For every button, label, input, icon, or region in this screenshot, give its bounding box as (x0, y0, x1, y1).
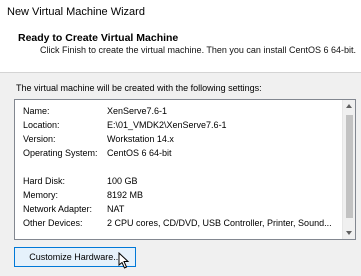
wizard-header: Ready to Create Virtual Machine Click Fi… (0, 24, 361, 72)
setting-value: 100 GB (107, 176, 138, 186)
setting-value: E:\01_VMDK2\XenServe7.6-1 (107, 120, 227, 130)
setting-label: Version: (23, 134, 56, 144)
mouse-pointer-icon (118, 252, 130, 269)
scroll-up-icon[interactable] (346, 104, 352, 108)
setting-label: Hard Disk: (23, 176, 66, 186)
setting-label: Network Adapter: (23, 204, 93, 214)
settings-scrollbar[interactable] (342, 100, 355, 239)
setting-value: 2 CPU cores, CD/DVD, USB Controller, Pri… (107, 218, 332, 228)
scrollbar-thumb[interactable] (346, 115, 353, 218)
settings-summary-list[interactable]: Name: XenServe7.6-1 Location: E:\01_VMDK… (14, 99, 356, 240)
setting-label: Memory: (23, 190, 59, 200)
setting-value: NAT (107, 204, 125, 214)
setting-label: Location: (23, 120, 60, 130)
settings-intro-text: The virtual machine will be created with… (16, 83, 262, 93)
setting-value: XenServe7.6-1 (107, 106, 168, 116)
page-description: Click Finish to create the virtual machi… (40, 45, 356, 55)
page-title: Ready to Create Virtual Machine (18, 32, 179, 44)
setting-label: Name: (23, 106, 50, 116)
setting-label: Other Devices: (23, 218, 83, 228)
setting-label: Operating System: (23, 148, 98, 158)
window-title: New Virtual Machine Wizard (7, 6, 145, 18)
scroll-down-icon[interactable] (346, 231, 352, 235)
setting-value: 8192 MB (107, 190, 144, 200)
setting-value: Workstation 14.x (107, 134, 174, 144)
window-titlebar: New Virtual Machine Wizard (0, 0, 361, 24)
setting-value: CentOS 6 64-bit (107, 148, 172, 158)
